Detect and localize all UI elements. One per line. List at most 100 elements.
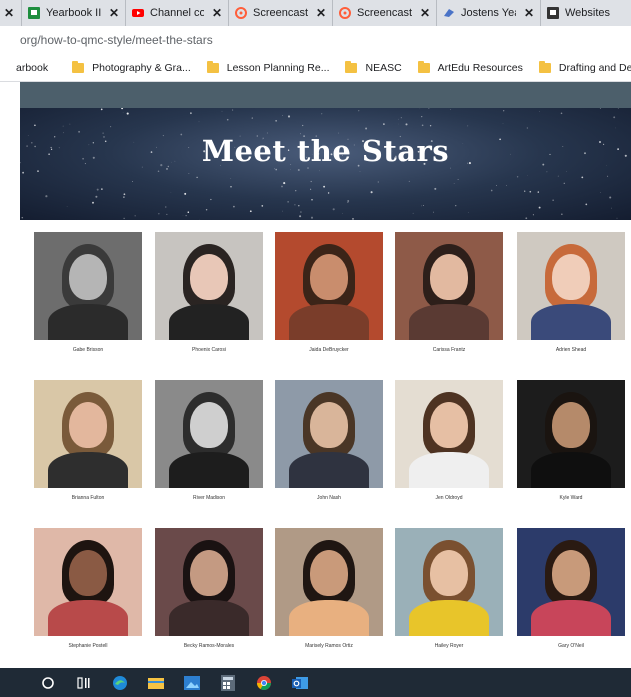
star [275, 168, 277, 171]
star [170, 192, 172, 193]
star [429, 125, 432, 127]
star [190, 112, 192, 115]
student-card[interactable]: Marisely Ramos Ortiz [275, 528, 383, 649]
student-photo[interactable] [155, 528, 263, 636]
close-icon[interactable]: ✕ [109, 6, 119, 20]
portrait-face [310, 402, 348, 448]
student-card[interactable]: John Nash [275, 380, 383, 501]
student-card[interactable]: Becky Ramos-Morales [155, 528, 263, 649]
portrait-body [531, 600, 611, 636]
bookmark-folder[interactable]: Photography & Gra... [72, 60, 191, 74]
student-card[interactable]: Carissa Frantz [395, 232, 503, 353]
photos-icon[interactable] [182, 673, 202, 693]
portrait-face [69, 550, 107, 596]
star [165, 206, 167, 208]
tab-screencastify-1[interactable]: Screencastif ✕ [229, 0, 333, 26]
star [299, 215, 302, 218]
tab-yearbook[interactable]: Yearbook II ✕ [22, 0, 126, 26]
tab-partial[interactable]: ✕ [0, 0, 22, 26]
star [321, 113, 323, 115]
google-classroom-icon [28, 7, 40, 19]
star [359, 171, 361, 172]
search-icon[interactable] [38, 673, 58, 693]
calculator-icon[interactable] [218, 673, 238, 693]
student-card[interactable]: Jaida DeBruycker [275, 232, 383, 353]
task-view-icon[interactable] [74, 673, 94, 693]
file-explorer-icon[interactable] [146, 673, 166, 693]
star [198, 121, 200, 123]
student-photo[interactable] [34, 232, 142, 340]
student-photo[interactable] [395, 528, 503, 636]
star [434, 187, 437, 190]
portrait-body [289, 600, 369, 636]
close-icon[interactable]: ✕ [212, 6, 222, 20]
star [230, 178, 232, 179]
tab-channel[interactable]: Channel co ✕ [126, 0, 229, 26]
portrait-body [409, 600, 489, 636]
student-photo[interactable] [395, 232, 503, 340]
star [310, 180, 312, 183]
portrait-face [430, 550, 468, 596]
student-photo[interactable] [517, 528, 625, 636]
bookmark-label: Drafting and Desig... [558, 61, 631, 74]
star [347, 200, 350, 202]
student-card[interactable]: Stephanie Postell [34, 528, 142, 649]
star [599, 108, 601, 109]
close-icon[interactable]: ✕ [4, 6, 14, 20]
close-icon[interactable]: ✕ [316, 6, 326, 20]
student-photo[interactable] [275, 528, 383, 636]
student-card[interactable]: Adrien Shead [517, 232, 625, 353]
portrait-face [552, 254, 590, 300]
student-card[interactable]: Jen Oldroyd [395, 380, 503, 501]
student-card[interactable]: Gabe Brisson [34, 232, 142, 353]
bookmark-folder[interactable]: Lesson Planning Re... [206, 60, 329, 74]
star [196, 176, 198, 179]
bookmark-item[interactable]: arbook [16, 62, 48, 74]
url-text[interactable]: org/how-to-qmc-style/meet-the-stars [0, 33, 213, 47]
tab-jostens[interactable]: Jostens Year ✕ [437, 0, 541, 26]
edge-icon[interactable] [110, 673, 130, 693]
student-card[interactable]: Hailey Royer [395, 528, 503, 649]
portrait-face [430, 402, 468, 448]
star [275, 120, 277, 122]
bookmark-label: ArtEdu Resources [437, 61, 523, 74]
student-card[interactable]: Phoenix Carosi [155, 232, 263, 353]
bookmark-folder[interactable]: ArtEdu Resources [417, 60, 523, 74]
star [323, 185, 326, 188]
student-photo[interactable] [34, 380, 142, 488]
student-card[interactable]: Gary O'Neil [517, 528, 625, 649]
student-card[interactable]: River Madison [155, 380, 263, 501]
close-icon[interactable]: ✕ [524, 6, 534, 20]
star [122, 111, 124, 113]
tab-websites[interactable]: Websites [541, 0, 631, 26]
student-card[interactable]: Brianna Fulton [34, 380, 142, 501]
student-card[interactable]: Kyle Ward [517, 380, 625, 501]
tab-screencastify-2[interactable]: Screencastif ✕ [333, 0, 437, 26]
student-photo[interactable] [275, 380, 383, 488]
student-photo[interactable] [34, 528, 142, 636]
star [400, 117, 402, 119]
portrait-face [310, 550, 348, 596]
bookmark-folder[interactable]: Drafting and Desig... [538, 60, 631, 74]
portrait-body [409, 452, 489, 488]
chrome-icon[interactable] [254, 673, 274, 693]
outlook-icon[interactable] [290, 673, 310, 693]
star [210, 198, 212, 201]
star [283, 182, 286, 185]
bookmark-folder[interactable]: NEASC [345, 60, 402, 74]
star [617, 108, 619, 109]
star [421, 124, 424, 127]
student-photo[interactable] [275, 232, 383, 340]
student-photo[interactable] [517, 232, 625, 340]
student-photo[interactable] [155, 232, 263, 340]
star [134, 215, 136, 217]
star [232, 109, 234, 111]
student-photo[interactable] [395, 380, 503, 488]
close-icon[interactable]: ✕ [420, 6, 430, 20]
star [230, 186, 232, 188]
star [607, 175, 609, 177]
student-photo[interactable] [155, 380, 263, 488]
address-bar[interactable]: org/how-to-qmc-style/meet-the-stars [0, 26, 631, 54]
student-photo[interactable] [517, 380, 625, 488]
star [123, 196, 125, 198]
